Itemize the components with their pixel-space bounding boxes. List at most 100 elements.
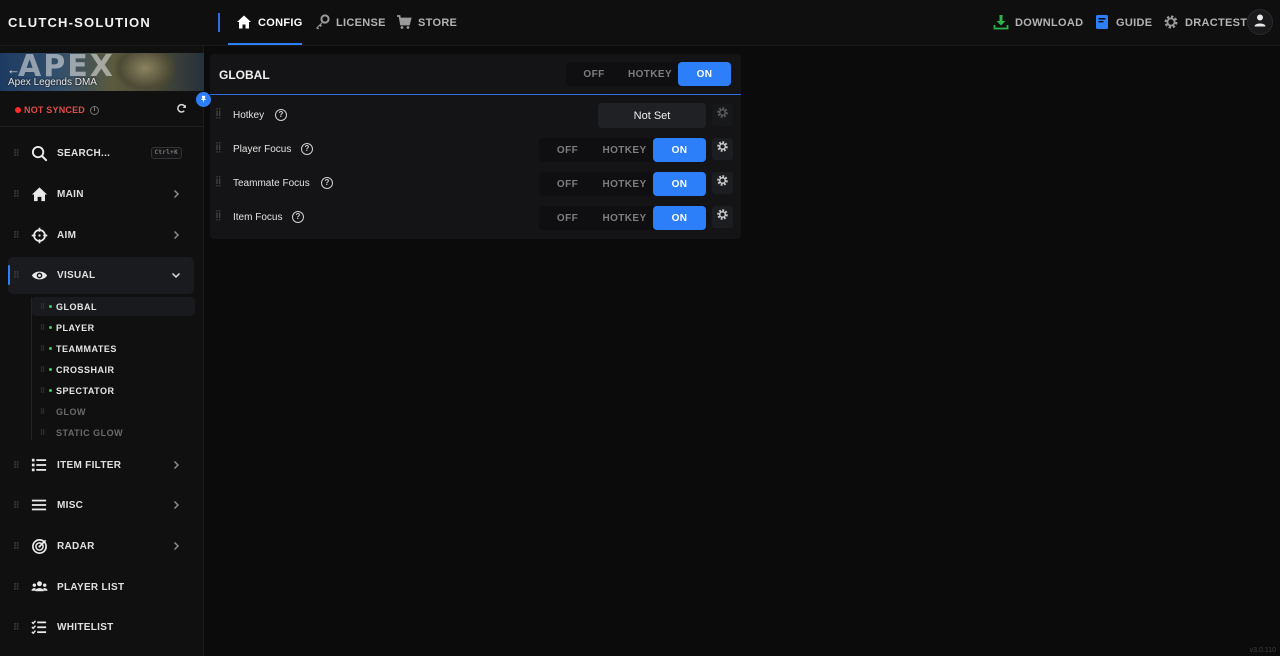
drag-handle-icon[interactable]: ⠿: [13, 622, 21, 632]
player-focus-toggle: OFF HOTKEY ON: [539, 138, 706, 162]
sync-status: NOT SYNCED i: [15, 103, 187, 117]
drag-handle-icon[interactable]: ⠿ ⠿: [215, 108, 222, 121]
avatar[interactable]: [1247, 9, 1273, 35]
checklist-icon: [30, 618, 48, 636]
game-banner[interactable]: APEX ← Apex Legends DMA: [0, 53, 204, 91]
sidebar-item-misc[interactable]: ⠿ MISC: [8, 487, 194, 523]
hotkey-option[interactable]: HOTKEY: [596, 172, 653, 196]
drag-handle-icon[interactable]: ⠿ ⠿: [215, 176, 222, 189]
drag-handle-icon[interactable]: ⠿: [13, 500, 21, 510]
list-icon: [30, 456, 48, 474]
search-shortcut-hint: Ctrl+K: [150, 147, 182, 159]
submenu-item-teammates[interactable]: ⠿ TEAMMATES: [32, 339, 195, 358]
info-icon[interactable]: i: [90, 105, 100, 115]
back-arrow-icon[interactable]: ←: [7, 62, 20, 77]
drag-handle-icon[interactable]: ⠿: [13, 541, 21, 551]
sync-status-dot: [15, 107, 21, 113]
help-icon[interactable]: ?: [301, 143, 313, 155]
sidebar-item-label: RADAR: [57, 540, 95, 552]
sidebar-item-visual[interactable]: ⠿ VISUAL: [8, 257, 194, 294]
nav-config[interactable]: CONFIG: [236, 0, 303, 46]
submenu-item-glow[interactable]: ⠿ GLOW: [32, 402, 195, 421]
settings-gear-button[interactable]: [712, 206, 733, 228]
setting-label: Item Focus: [233, 212, 283, 223]
drag-handle-icon[interactable]: ⠿: [13, 582, 21, 592]
global-on-option[interactable]: ON: [678, 62, 731, 86]
drag-handle-icon[interactable]: ⠿: [40, 429, 46, 437]
status-dot: [49, 305, 52, 308]
help-icon[interactable]: ?: [321, 177, 333, 189]
sidebar-search[interactable]: ⠿ SEARCH... Ctrl+K: [8, 135, 194, 171]
sidebar-item-radar[interactable]: ⠿ RADAR: [8, 528, 194, 564]
help-icon[interactable]: ?: [292, 211, 304, 223]
submenu-item-player[interactable]: ⠿ PLAYER: [32, 318, 195, 337]
drag-handle-icon[interactable]: ⠿: [13, 460, 21, 470]
gear-icon: [716, 208, 729, 226]
pin-icon[interactable]: [196, 92, 211, 107]
drag-handle-icon[interactable]: ⠿ ⠿: [215, 142, 222, 155]
drag-handle-icon[interactable]: ⠿: [40, 408, 46, 416]
drag-handle-icon[interactable]: ⠿: [40, 366, 46, 374]
submenu-item-label: STATIC GLOW: [56, 427, 124, 438]
sidebar-item-label: AIM: [57, 229, 77, 241]
drag-handle-icon[interactable]: ⠿: [40, 324, 46, 332]
sidebar-item-main[interactable]: ⠿ MAIN: [8, 176, 194, 212]
hotkey-option[interactable]: HOTKEY: [596, 206, 653, 230]
drag-handle-icon[interactable]: ⠿: [13, 271, 21, 280]
brand-divider: [218, 13, 220, 32]
drag-handle-icon[interactable]: ⠿: [40, 303, 46, 311]
setting-row-teammate-focus: ⠿ ⠿ Teammate Focus ? OFF HOTKEY ON: [210, 167, 741, 201]
submenu-item-global[interactable]: ⠿ GLOBAL: [32, 297, 195, 316]
panel-header: GLOBAL OFF HOTKEY ON: [210, 54, 741, 95]
user-settings-link[interactable]: DRACTEST: [1163, 0, 1247, 46]
drag-handle-icon[interactable]: ⠿ ⠿: [215, 210, 222, 223]
refresh-icon[interactable]: [176, 103, 187, 116]
brand-title: CLUTCH-SOLUTION: [8, 15, 151, 30]
hotkey-option[interactable]: HOTKEY: [596, 138, 653, 162]
drag-handle-icon[interactable]: ⠿: [13, 148, 21, 158]
submenu-item-static-glow[interactable]: ⠿ STATIC GLOW: [32, 423, 195, 442]
submenu-item-crosshair[interactable]: ⠿ CROSSHAIR: [32, 360, 195, 379]
drag-handle-icon[interactable]: ⠿: [40, 345, 46, 353]
help-icon[interactable]: ?: [275, 109, 287, 121]
nav-license[interactable]: LICENSE: [314, 0, 386, 46]
settings-gear-button[interactable]: [712, 172, 733, 194]
drag-handle-icon[interactable]: ⠿: [13, 230, 21, 240]
sidebar-item-label: MISC: [57, 499, 84, 511]
sidebar-item-label: MAIN: [57, 188, 84, 200]
guide-link[interactable]: GUIDE: [1094, 0, 1152, 46]
hotkey-bind-button[interactable]: Not Set: [598, 103, 706, 128]
off-option[interactable]: OFF: [539, 138, 596, 162]
global-hotkey-option[interactable]: HOTKEY: [622, 62, 678, 86]
gear-icon: [1163, 14, 1179, 33]
submenu-item-spectator[interactable]: ⠿ SPECTATOR: [32, 381, 195, 400]
cart-icon: [396, 14, 412, 33]
drag-handle-icon[interactable]: ⠿: [13, 189, 21, 199]
setting-row-player-focus: ⠿ ⠿ Player Focus ? OFF HOTKEY ON: [210, 133, 741, 167]
settings-gear-button[interactable]: [712, 138, 733, 160]
sidebar-item-aim[interactable]: ⠿ AIM: [8, 217, 194, 253]
drag-handle-icon[interactable]: ⠿: [40, 387, 46, 395]
on-option[interactable]: ON: [653, 138, 706, 162]
on-option[interactable]: ON: [653, 206, 706, 230]
settings-gear-button[interactable]: [712, 104, 733, 126]
download-link[interactable]: DOWNLOAD: [993, 0, 1083, 46]
off-option[interactable]: OFF: [539, 206, 596, 230]
sidebar-divider: [0, 126, 204, 127]
sidebar-item-player-list[interactable]: ⠿ PLAYER LIST: [8, 569, 194, 605]
global-off-option[interactable]: OFF: [566, 62, 622, 86]
sidebar-item-item-filter[interactable]: ⠿ ITEM FILTER: [8, 447, 194, 483]
version-label: v3.0.110: [1249, 647, 1276, 654]
status-dot: [49, 347, 52, 350]
nav-license-label: LICENSE: [336, 17, 386, 29]
nav-store[interactable]: STORE: [396, 0, 457, 46]
chevron-right-icon: [170, 188, 182, 200]
gear-icon: [716, 174, 729, 192]
book-icon: [1094, 14, 1110, 33]
crosshair-icon: [30, 226, 48, 244]
nav-active-underline: [228, 43, 302, 45]
sidebar-item-whitelist[interactable]: ⠿ WHITELIST: [8, 609, 194, 645]
off-option[interactable]: OFF: [539, 172, 596, 196]
active-indicator: [8, 265, 10, 285]
on-option[interactable]: ON: [653, 172, 706, 196]
